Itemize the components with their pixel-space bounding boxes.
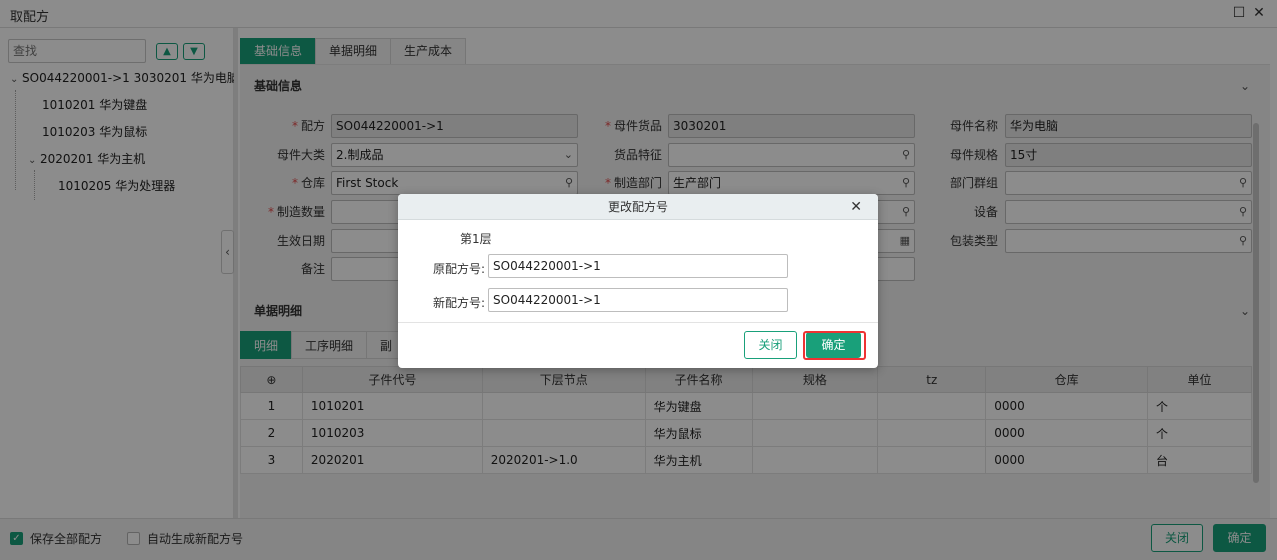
dialog-close-button[interactable]: 关闭: [744, 331, 797, 359]
dialog-header: 更改配方号 ✕: [398, 194, 878, 220]
old-recipe-field[interactable]: SO044220001->1: [488, 254, 788, 278]
confirm-highlight-box: [803, 331, 866, 360]
dialog-divider: [398, 322, 878, 323]
layer-label: 第1层: [460, 232, 492, 246]
new-recipe-label: 新配方号:: [433, 296, 486, 310]
close-icon[interactable]: ✕: [850, 194, 862, 220]
dialog-title: 更改配方号: [607, 200, 668, 214]
new-recipe-field[interactable]: SO044220001->1: [488, 288, 788, 312]
old-recipe-label: 原配方号:: [433, 262, 486, 276]
